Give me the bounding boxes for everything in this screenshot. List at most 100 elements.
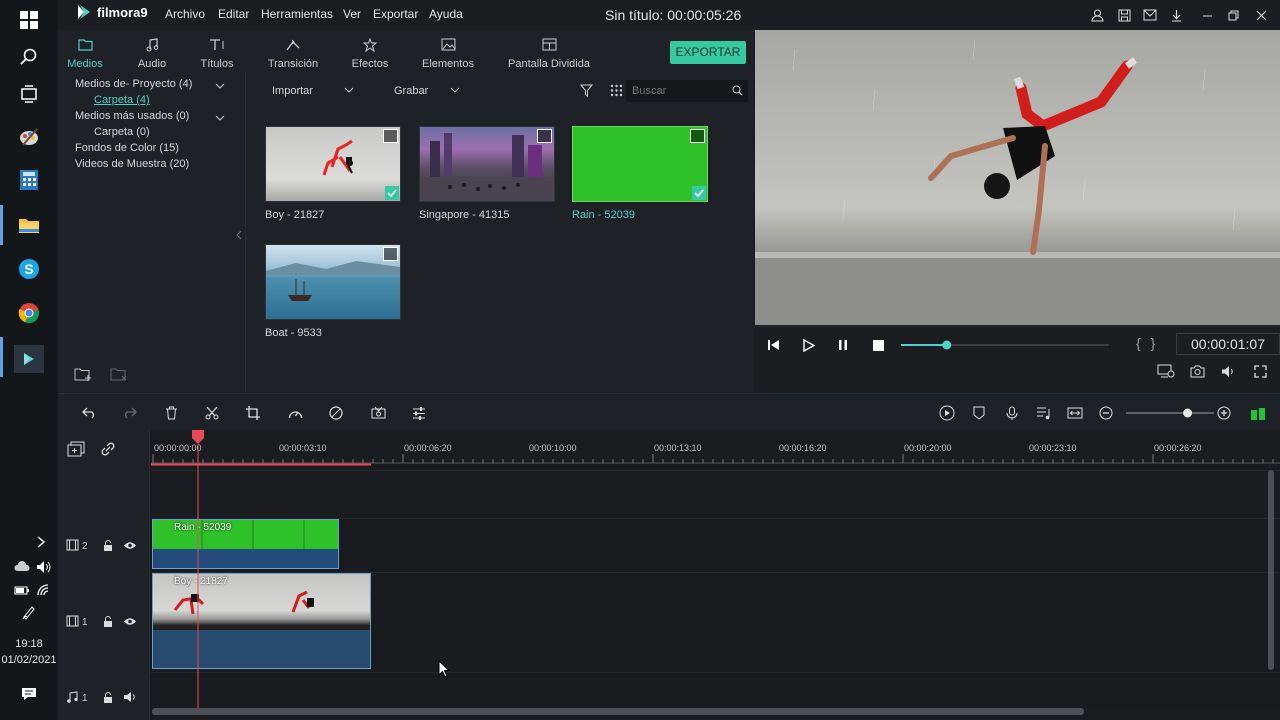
windows-start-icon[interactable] bbox=[17, 8, 41, 32]
calculator-icon[interactable] bbox=[17, 168, 41, 192]
media-thumb-boy[interactable] bbox=[265, 126, 401, 202]
record-dropdown[interactable]: Grabar bbox=[394, 85, 428, 97]
zoom-out-icon[interactable] bbox=[1097, 404, 1115, 422]
render-icon[interactable] bbox=[938, 404, 956, 422]
preview-progress-knob[interactable] bbox=[942, 340, 952, 350]
import-dropdown[interactable]: Importar bbox=[272, 85, 313, 97]
save-icon[interactable] bbox=[1116, 7, 1132, 23]
restore-icon[interactable] bbox=[1225, 7, 1241, 23]
mail-icon[interactable] bbox=[1142, 7, 1158, 23]
fullscreen-icon[interactable] bbox=[1252, 363, 1268, 379]
voiceover-icon[interactable] bbox=[1034, 404, 1052, 422]
chevron-down-icon[interactable] bbox=[215, 113, 225, 123]
marker-icon[interactable] bbox=[970, 404, 988, 422]
tree-item-color-backgrounds[interactable]: Fondos de Color (15) bbox=[75, 142, 179, 154]
media-thumb-singapore[interactable] bbox=[419, 126, 555, 202]
menu-archivo[interactable]: Archivo bbox=[165, 7, 205, 21]
filter-icon[interactable] bbox=[580, 84, 593, 97]
search-icon[interactable] bbox=[17, 45, 41, 69]
menu-ver[interactable]: Ver bbox=[343, 7, 361, 21]
lock-icon[interactable] bbox=[103, 540, 113, 551]
tab-medios[interactable]: Medios bbox=[66, 38, 104, 70]
time-ruler[interactable]: 00:00:00:00 00:00:03:10 00:00:06:20 00:0… bbox=[151, 430, 1280, 470]
tree-item-project-media[interactable]: Medios de- Proyecto (4) bbox=[75, 78, 192, 90]
preview-progress-slider[interactable] bbox=[899, 339, 1111, 351]
media-thumb-rain[interactable] bbox=[572, 126, 708, 202]
undo-icon[interactable] bbox=[80, 404, 98, 422]
pen-icon[interactable] bbox=[17, 600, 41, 624]
tree-item-folder-4[interactable]: Carpeta (4) bbox=[94, 94, 150, 106]
minimize-icon[interactable] bbox=[1199, 7, 1215, 23]
microphone-icon[interactable] bbox=[1003, 404, 1021, 422]
delete-folder-icon[interactable] bbox=[110, 366, 128, 382]
redo-icon[interactable] bbox=[120, 404, 138, 422]
preview-volume-icon[interactable] bbox=[1220, 363, 1236, 379]
audio-adjust-icon[interactable] bbox=[410, 404, 428, 422]
audio-volume-icon[interactable] bbox=[123, 691, 137, 703]
stop-icon[interactable] bbox=[870, 337, 886, 353]
collapse-panel-icon[interactable] bbox=[236, 230, 242, 240]
tree-item-sample-videos[interactable]: Videos de Muestra (20) bbox=[75, 158, 189, 170]
cloud-sync-icon[interactable] bbox=[10, 555, 34, 579]
preview-video[interactable] bbox=[755, 30, 1280, 325]
tab-transicion[interactable]: Transición bbox=[264, 38, 322, 70]
clock-time[interactable]: 19:18 bbox=[0, 638, 58, 650]
close-icon[interactable] bbox=[1253, 7, 1269, 23]
play-icon[interactable] bbox=[801, 337, 817, 353]
tab-audio[interactable]: Audio bbox=[134, 38, 170, 70]
add-track-icon[interactable] bbox=[67, 441, 85, 457]
zoom-slider[interactable] bbox=[1124, 407, 1216, 419]
green-screen-icon[interactable] bbox=[369, 404, 387, 422]
filmora-taskbar-icon[interactable] bbox=[14, 345, 44, 373]
chevron-down-icon[interactable] bbox=[344, 87, 354, 94]
search-input[interactable] bbox=[632, 83, 724, 99]
snapshot-camera-icon[interactable] bbox=[1189, 363, 1205, 379]
tab-elementos[interactable]: Elementos bbox=[420, 38, 476, 70]
search-icon[interactable] bbox=[732, 85, 743, 96]
clock-date[interactable]: 01/02/2021 bbox=[0, 654, 58, 666]
menu-herramientas[interactable]: Herramientas bbox=[261, 7, 333, 21]
grid-view-icon[interactable] bbox=[610, 84, 623, 97]
paint-app-icon[interactable] bbox=[17, 125, 41, 149]
vertical-scrollbar[interactable] bbox=[1268, 470, 1274, 670]
tree-item-most-used[interactable]: Medios más usados (0) bbox=[75, 110, 189, 122]
account-icon[interactable] bbox=[1089, 7, 1105, 23]
task-view-icon[interactable] bbox=[17, 82, 41, 106]
fit-timeline-icon[interactable] bbox=[1066, 404, 1084, 422]
menu-ayuda[interactable]: Ayuda bbox=[429, 7, 463, 21]
tree-item-folder-0[interactable]: Carpeta (0) bbox=[94, 126, 150, 138]
file-explorer-icon[interactable] bbox=[17, 213, 41, 237]
tab-efectos[interactable]: Efectos bbox=[348, 38, 392, 70]
delete-icon[interactable] bbox=[162, 404, 180, 422]
lock-icon[interactable] bbox=[103, 692, 113, 703]
zoom-slider-knob[interactable] bbox=[1183, 408, 1193, 418]
wifi-icon[interactable] bbox=[32, 578, 56, 602]
horizontal-scrollbar[interactable] bbox=[152, 708, 1084, 715]
crop-icon[interactable] bbox=[244, 404, 262, 422]
chevron-right-icon[interactable] bbox=[34, 530, 48, 554]
eye-icon[interactable] bbox=[123, 617, 137, 626]
menu-editar[interactable]: Editar bbox=[218, 7, 249, 21]
eye-icon[interactable] bbox=[123, 541, 137, 550]
tab-pantalla-dividida[interactable]: Pantalla Dividida bbox=[504, 38, 594, 70]
export-button[interactable]: EXPORTAR bbox=[670, 41, 746, 64]
media-thumb-boat[interactable] bbox=[265, 244, 401, 320]
volume-icon[interactable] bbox=[32, 555, 56, 579]
scissors-icon[interactable] bbox=[203, 404, 221, 422]
empty-track-area[interactable] bbox=[151, 470, 1280, 518]
menu-exportar[interactable]: Exportar bbox=[373, 7, 418, 21]
render-preview-icon[interactable] bbox=[1156, 363, 1176, 379]
chrome-icon[interactable] bbox=[17, 301, 41, 325]
playhead[interactable] bbox=[192, 430, 204, 710]
lock-icon[interactable] bbox=[103, 616, 113, 627]
download-icon[interactable] bbox=[1168, 7, 1184, 23]
notification-icon[interactable] bbox=[17, 682, 41, 706]
timeline-clip-boy[interactable]: Boy - 21827 bbox=[152, 573, 371, 669]
chevron-down-icon[interactable] bbox=[450, 87, 460, 94]
link-icon[interactable] bbox=[100, 441, 116, 457]
timeline-clip-rain[interactable]: Rain - 52039 bbox=[152, 519, 339, 569]
chevron-down-icon[interactable] bbox=[215, 81, 225, 91]
speed-icon[interactable] bbox=[286, 404, 304, 422]
pause-icon[interactable] bbox=[835, 337, 851, 353]
tab-titulos[interactable]: Títulos bbox=[198, 38, 236, 70]
